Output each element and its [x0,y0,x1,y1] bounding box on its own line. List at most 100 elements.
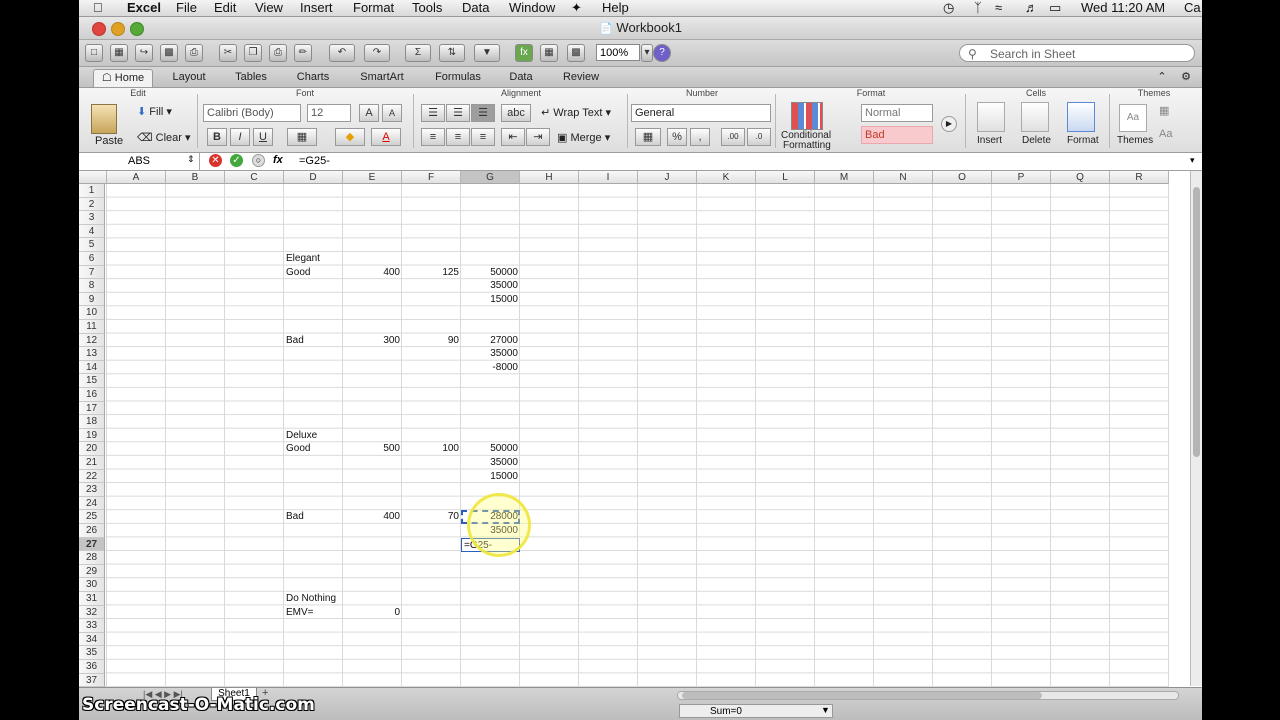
save-icon[interactable]: ▩ [160,44,178,62]
style-normal[interactable]: Normal [861,104,933,122]
align-top-icon[interactable]: ☰ [421,104,445,122]
increase-font-icon[interactable]: A [359,104,379,122]
row-header-32[interactable]: 32 [79,605,105,620]
insert-function-button[interactable]: fx [273,154,283,166]
theme-colors-icon[interactable]: ▦ [1159,104,1169,117]
new-workbook-icon[interactable]: □ [85,44,103,62]
conditional-formatting-line2[interactable]: Formatting [783,140,831,151]
align-bottom-icon[interactable]: ☰ [471,104,495,122]
tab-home[interactable]: ☖ Home [93,69,153,87]
column-header-p[interactable]: P [992,171,1051,184]
menu-view[interactable]: View [255,0,283,16]
cell-g9[interactable]: 15000 [463,293,518,307]
tab-smartart[interactable]: SmartArt [351,69,413,86]
cell-e25[interactable]: 400 [345,510,400,524]
menu-tools[interactable]: Tools [412,0,442,16]
name-box-dropdown-icon[interactable]: ⇕ [187,154,195,165]
cell-d32[interactable]: EMV= [286,606,341,620]
row-header-25[interactable]: 25 [79,510,105,524]
column-header-a[interactable]: A [107,171,166,184]
user-menu[interactable]: Ca [1184,0,1201,16]
clock-text[interactable]: Wed 11:20 AM [1081,0,1165,16]
font-color-icon[interactable]: A [371,128,401,146]
vertical-scrollbar[interactable] [1190,171,1202,686]
fill-color-icon[interactable]: ◆ [335,128,365,146]
row-header-26[interactable]: 26 [79,524,105,538]
row-header-7[interactable]: 7 [79,265,105,280]
menu-edit[interactable]: Edit [214,0,236,16]
row-header-33[interactable]: 33 [79,619,105,633]
cell-d7[interactable]: Good [286,266,341,280]
row-header-19[interactable]: 19 [79,428,105,443]
row-header-3[interactable]: 3 [79,211,105,225]
row-header-8[interactable]: 8 [79,279,105,293]
row-header-6[interactable]: 6 [79,252,105,266]
insert-cells-icon[interactable] [977,102,1005,132]
column-header-r[interactable]: R [1110,171,1169,184]
row-header-10[interactable]: 10 [79,306,105,320]
print-icon[interactable]: ⎙ [185,44,203,62]
decrease-indent-icon[interactable]: ⇤ [501,128,525,146]
sort-icon[interactable]: ⇅ [439,44,465,62]
font-size-select[interactable]: 12 [307,104,351,122]
cell-g14[interactable]: -8000 [463,361,518,375]
cell-f25[interactable]: 70 [404,510,459,524]
zoom-field[interactable]: 100% [596,44,640,61]
toolbox-icon[interactable]: ▩ [567,44,585,62]
font-name-select[interactable]: Calibri (Body) [203,104,301,122]
column-header-l[interactable]: L [756,171,815,184]
cell-e12[interactable]: 300 [345,334,400,348]
align-right-icon[interactable]: ≡ [471,128,495,146]
cell-d20[interactable]: Good [286,442,341,456]
cancel-formula-icon[interactable]: ✕ [209,154,222,167]
orientation-button[interactable]: abc [501,104,531,122]
bold-button[interactable]: B [207,128,227,146]
row-header-17[interactable]: 17 [79,401,105,416]
align-left-icon[interactable]: ≡ [421,128,445,146]
currency-icon[interactable]: ▦ [635,128,661,146]
paste-clipboard-icon[interactable] [91,104,117,134]
cell-g12[interactable]: 27000 [463,334,518,348]
row-header-27[interactable]: 27 [79,537,105,552]
row-header-1[interactable]: 1 [79,184,105,198]
row-header-30[interactable]: 30 [79,578,105,592]
gallery-icon[interactable]: ▦ [540,44,558,62]
cell-d31[interactable]: Do Nothing [286,592,341,606]
row-header-9[interactable]: 9 [79,292,105,307]
column-header-b[interactable]: B [166,171,225,184]
enter-formula-icon[interactable]: ✓ [230,154,243,167]
row-header-2[interactable]: 2 [79,197,105,212]
tab-charts[interactable]: Charts [289,69,337,86]
column-header-g[interactable]: G [461,171,520,184]
column-header-o[interactable]: O [933,171,992,184]
cell-e32[interactable]: 0 [345,606,400,620]
cell-g22[interactable]: 15000 [463,470,518,484]
clear-button[interactable]: ⌫ Clear ▾ [137,131,191,144]
tab-review[interactable]: Review [553,69,609,86]
column-header-n[interactable]: N [874,171,933,184]
row-header-15[interactable]: 15 [79,374,105,388]
themes-icon[interactable]: Aa [1119,104,1147,132]
borders-icon[interactable]: ▦ [287,128,317,146]
decrease-font-icon[interactable]: A [382,104,402,122]
row-header-37[interactable]: 37 [79,673,105,688]
column-header-e[interactable]: E [343,171,402,184]
cell-d12[interactable]: Bad [286,334,341,348]
cell-g20[interactable]: 50000 [463,442,518,456]
function-menu-icon[interactable]: ○ [252,154,265,167]
column-header-d[interactable]: D [284,171,343,184]
italic-button[interactable]: I [230,128,250,146]
ribbon-settings-icon[interactable]: ⚙ [1175,69,1197,86]
row-header-14[interactable]: 14 [79,360,105,375]
row-header-28[interactable]: 28 [79,551,105,565]
expand-formula-bar-icon[interactable]: ▾ [1190,155,1195,166]
row-header-24[interactable]: 24 [79,496,105,511]
insert-button[interactable]: Insert [977,135,1002,146]
copy-icon[interactable]: ❐ [244,44,262,62]
paste-icon[interactable]: ⎙ [269,44,287,62]
merge-button[interactable]: ▣ Merge ▾ [557,131,610,144]
tab-layout[interactable]: Layout [165,69,213,86]
script-icon[interactable]: ✦ [571,0,582,16]
row-header-13[interactable]: 13 [79,347,105,361]
conditional-formatting-icon[interactable] [791,102,823,130]
